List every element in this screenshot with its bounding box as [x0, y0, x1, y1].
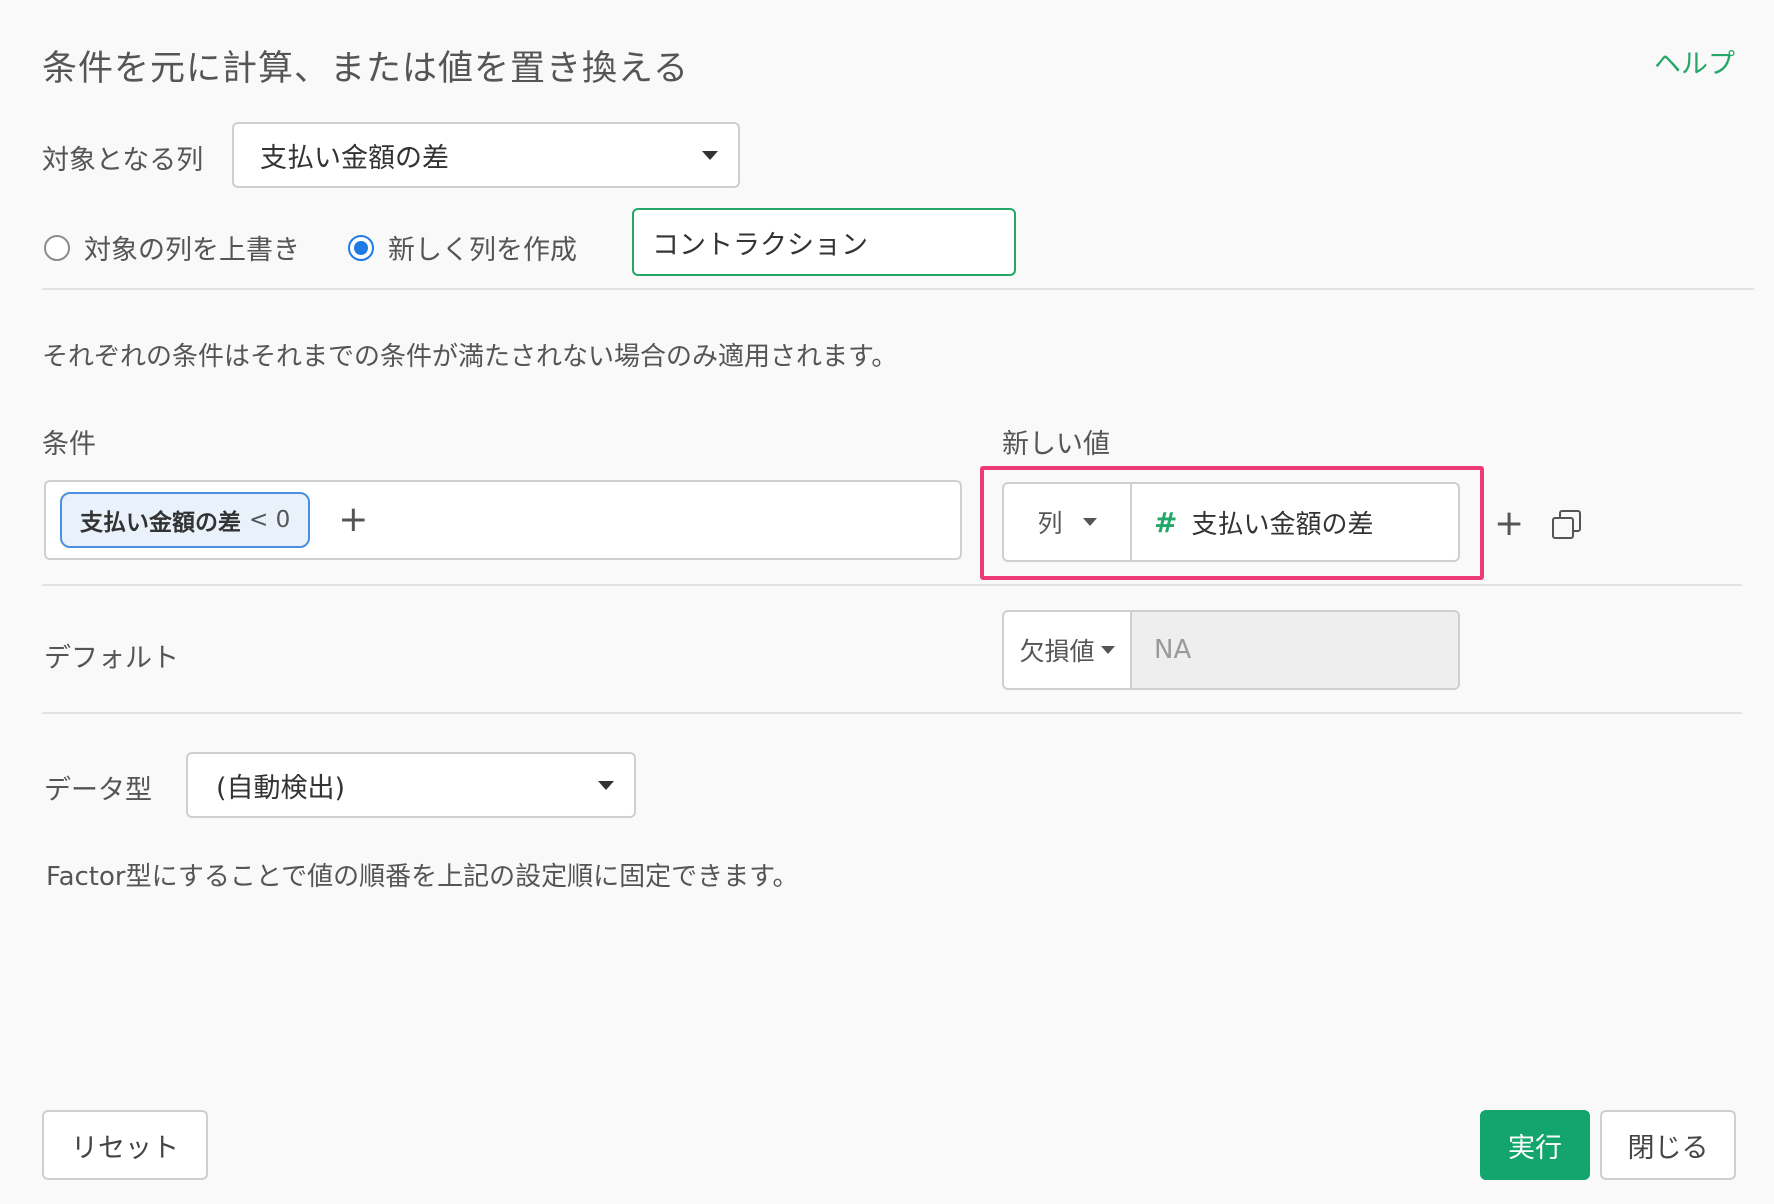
radio-circle-icon	[44, 234, 70, 261]
radio-overwrite[interactable]: 対象の列を上書き	[44, 228, 300, 267]
value-column-select[interactable]: # 支払い金額の差	[1132, 484, 1373, 560]
close-button[interactable]: 閉じる	[1600, 1110, 1736, 1180]
data-type-label: データ型	[44, 775, 152, 806]
value-column-name: 支払い金額の差	[1191, 509, 1374, 540]
condition-note: それぞれの条件はそれまでの条件が満たされない場合のみ適用されます。	[42, 342, 898, 372]
chevron-down-icon	[1100, 646, 1115, 654]
radio-create-label: 新しく列を作成	[388, 235, 577, 266]
divider	[42, 288, 1754, 290]
chip-operator: < 0	[249, 507, 291, 533]
divider	[42, 584, 1742, 586]
copy-row-icon[interactable]	[1552, 510, 1582, 540]
reset-button[interactable]: リセット	[42, 1110, 208, 1180]
data-type-value: (自動検出)	[216, 772, 346, 804]
divider	[42, 712, 1742, 714]
chevron-down-icon	[1082, 518, 1097, 526]
new-value-header: 新しい値	[1002, 429, 1110, 460]
value-type-select[interactable]: 列	[1004, 484, 1132, 560]
add-row-icon[interactable]: +	[1494, 506, 1524, 542]
target-column-select[interactable]: 支払い金額の差	[232, 122, 740, 188]
dialog-title: 条件を元に計算、または値を置き換える	[42, 49, 689, 89]
new-column-name-input[interactable]: コントラクション	[632, 208, 1016, 276]
numeric-column-icon: #	[1154, 505, 1178, 539]
condition-input[interactable]: 支払い金額の差 < 0 +	[44, 480, 962, 560]
add-condition-icon[interactable]: +	[338, 502, 368, 538]
default-type-select[interactable]: 欠損値	[1004, 612, 1132, 688]
default-type-label: 欠損値	[1019, 637, 1095, 666]
chip-column: 支払い金額の差	[80, 510, 241, 536]
radio-overwrite-label: 対象の列を上書き	[84, 235, 300, 266]
run-button[interactable]: 実行	[1480, 1110, 1590, 1180]
radio-selected-icon	[348, 234, 374, 261]
data-type-note: Factor型にすることで値の順番を上記の設定順に固定できます。	[46, 862, 799, 892]
condition-header: 条件	[42, 429, 96, 460]
value-type-label: 列	[1037, 509, 1063, 538]
default-value: NA	[1132, 612, 1458, 688]
help-link[interactable]: ヘルプ	[1654, 42, 1735, 81]
condition-chip[interactable]: 支払い金額の差 < 0	[60, 492, 311, 548]
default-value-text: NA	[1154, 635, 1192, 665]
new-value-input[interactable]: 列 # 支払い金額の差	[1002, 482, 1460, 562]
default-label: デフォルト	[44, 643, 179, 674]
chevron-down-icon	[598, 780, 614, 790]
default-value-input[interactable]: 欠損値 NA	[1002, 610, 1460, 690]
new-column-name-value: コントラクション	[652, 229, 868, 261]
chevron-down-icon	[702, 150, 718, 160]
target-column-label: 対象となる列	[42, 145, 204, 176]
data-type-select[interactable]: (自動検出)	[186, 752, 636, 818]
radio-create-new[interactable]: 新しく列を作成	[348, 228, 577, 267]
target-column-value: 支払い金額の差	[260, 142, 449, 174]
